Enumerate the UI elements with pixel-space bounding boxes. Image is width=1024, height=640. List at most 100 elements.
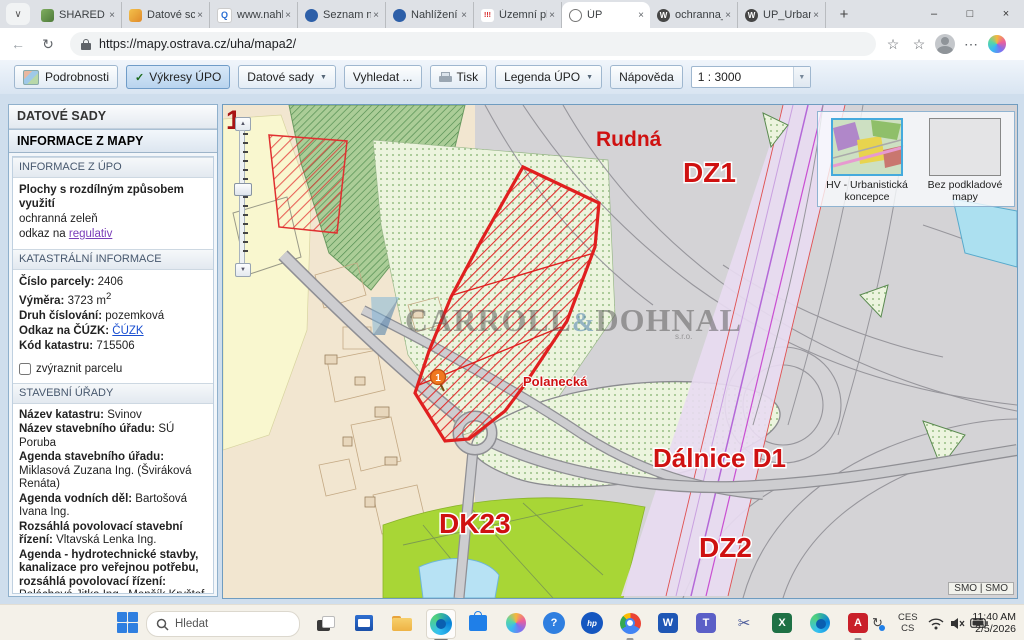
layer-hv-urbanisticka[interactable]: HV - Urbanistická koncepce <box>822 118 912 206</box>
edge-profile-icon[interactable] <box>806 609 834 637</box>
search-favicon-icon: Q <box>217 8 232 23</box>
stavebni-urady-body: Název katastru: Svinov Název stavebního … <box>13 404 213 594</box>
edge-icon[interactable] <box>426 609 456 639</box>
scale-value: 1 : 3000 <box>692 70 793 84</box>
minimize-button[interactable]: – <box>916 0 952 28</box>
window-controls: – □ × <box>916 0 1024 28</box>
volume-muted-icon[interactable] <box>950 609 965 637</box>
zoom-slider-handle[interactable] <box>234 183 252 196</box>
tab-seznam-nemovitosti[interactable]: Seznam nemo × <box>298 2 386 28</box>
tab-shared-list[interactable]: SHARED LIST × <box>34 2 122 28</box>
chevron-down-icon: ▼ <box>586 74 593 81</box>
checkbox-label: zvýraznit parcelu <box>36 362 122 376</box>
datove-sady-button[interactable]: Datové sady ▼ <box>238 65 336 89</box>
tab-uzemni-plan[interactable]: !!! Územní plán O × <box>474 2 562 28</box>
label-dz1: DZ1 <box>683 157 736 188</box>
copilot-icon[interactable] <box>988 35 1006 53</box>
browser-tab-strip: ∨ SHARED LIST × Datové schrán × Q www.na… <box>0 0 1024 28</box>
hp-icon[interactable]: hp <box>578 609 606 637</box>
check-icon: ✓ <box>135 71 144 84</box>
search-icon <box>156 618 169 631</box>
layer-thumbnail-blank[interactable] <box>929 118 1001 176</box>
close-tab-icon[interactable]: × <box>283 10 293 21</box>
outlook-icon[interactable] <box>350 609 378 637</box>
collections-icon[interactable]: ☆ <box>906 36 932 53</box>
help-icon[interactable]: ? <box>540 609 568 637</box>
close-tab-icon[interactable]: × <box>723 10 733 21</box>
task-view-icon[interactable] <box>312 609 340 637</box>
label-dalnice-d1: Dálnice D1 <box>653 443 786 473</box>
lock-icon <box>80 38 92 50</box>
mail-favicon-icon <box>129 9 142 22</box>
start-button[interactable] <box>114 609 142 637</box>
tray-sync-icon[interactable]: ↻ <box>872 609 883 637</box>
layer-thumbnail-hv[interactable] <box>831 118 903 176</box>
zoom-slider-ticks <box>243 133 248 259</box>
close-tab-icon[interactable]: × <box>459 10 469 21</box>
printer-icon <box>439 72 452 83</box>
katastr-section-header: KATASTRÁLNÍ INFORMACE <box>13 249 213 270</box>
restore-button[interactable]: □ <box>952 0 988 28</box>
wordpress-favicon-icon: W <box>657 9 670 22</box>
teams-icon[interactable]: T <box>692 609 720 637</box>
bangs-favicon-icon: !!! <box>481 9 494 22</box>
tab-nahlizeni-kn[interactable]: Nahlížení do k × <box>386 2 474 28</box>
tab-ochranna-zelen[interactable]: W ochranna_zele × <box>650 2 738 28</box>
chrome-icon[interactable] <box>616 609 644 637</box>
profile-avatar[interactable] <box>935 34 955 54</box>
map-canvas[interactable]: CARROLL&DOHNAL s.r.o. 1 Rudná DZ1 Polane… <box>222 104 1018 599</box>
favorite-star-icon[interactable]: ☆ <box>880 36 906 53</box>
wifi-icon[interactable] <box>928 609 944 637</box>
legenda-upo-button[interactable]: Legenda ÚPO ▼ <box>495 65 602 89</box>
label-polanecka: Polanecká <box>523 374 588 389</box>
url-field[interactable]: https://mapy.ostrava.cz/uha/mapa2/ <box>70 32 876 56</box>
close-tab-icon[interactable]: × <box>195 10 205 21</box>
map-app-toolbar: Podrobnosti ✓ Výkresy ÚPO Datové sady ▼ … <box>0 60 1024 95</box>
tab-datove-schranky[interactable]: Datové schrán × <box>122 2 210 28</box>
tab-nahlizeni[interactable]: Q www.nahlizen × <box>210 2 298 28</box>
microsoft-store-icon[interactable] <box>464 609 492 637</box>
close-tab-icon[interactable]: × <box>547 10 557 21</box>
zoom-out-button[interactable]: ▼ <box>235 263 251 277</box>
close-tab-icon[interactable]: × <box>371 10 381 21</box>
label-rudna: Rudná <box>596 128 662 151</box>
close-tab-icon[interactable]: × <box>636 10 646 21</box>
word-icon[interactable]: W <box>654 609 682 637</box>
back-icon[interactable]: ← <box>6 36 30 52</box>
label-dk23: DK23 <box>439 508 511 539</box>
copilot-icon[interactable] <box>502 609 530 637</box>
clock[interactable]: 11:40 AM2/5/2026 <box>972 609 1016 637</box>
podrobnosti-button[interactable]: Podrobnosti <box>14 65 118 89</box>
scale-combobox[interactable]: 1 : 3000 ▼ <box>691 66 811 88</box>
tab-up-active[interactable]: ÚP × <box>562 2 650 28</box>
napoveda-button[interactable]: Nápověda <box>610 65 683 89</box>
snipping-tool-icon[interactable]: ✂ <box>730 609 758 637</box>
vykresy-upo-button[interactable]: ✓ Výkresy ÚPO <box>126 65 230 89</box>
close-window-button[interactable]: × <box>988 0 1024 28</box>
excel-icon[interactable]: X <box>768 609 796 637</box>
layer-bez-podkladu[interactable]: Bez podkladové mapy <box>920 118 1010 206</box>
chevron-down-icon[interactable]: ▼ <box>793 67 810 87</box>
close-tab-icon[interactable]: × <box>107 10 117 21</box>
tisk-button[interactable]: Tisk <box>430 65 488 89</box>
zoom-slider[interactable]: ▲ ▼ <box>234 117 250 275</box>
carroll-dohnal-watermark: CARROLL&DOHNAL s.r.o. <box>371 297 742 341</box>
vyhledat-button[interactable]: Vyhledat ... <box>344 65 422 89</box>
url-text: https://mapy.ostrava.cz/uha/mapa2/ <box>99 37 296 51</box>
tab-up-urbanism[interactable]: W UP_Urbanism × <box>738 2 826 28</box>
settings-dots-icon[interactable]: ⋯ <box>958 36 984 53</box>
close-tab-icon[interactable]: × <box>811 10 821 21</box>
zoom-in-button[interactable]: ▲ <box>235 117 251 131</box>
acrobat-icon[interactable]: A <box>844 609 872 637</box>
file-explorer-icon[interactable] <box>388 609 416 637</box>
regulativ-link[interactable]: regulativ <box>69 228 112 240</box>
new-tab-button[interactable]: + <box>832 2 856 26</box>
language-indicator[interactable]: CESCS <box>898 609 918 637</box>
zvyraznit-parcelu-checkbox[interactable] <box>19 363 31 375</box>
refresh-icon[interactable]: ↻ <box>36 36 60 53</box>
browser-address-bar: ← ↻ https://mapy.ostrava.cz/uha/mapa2/ ☆… <box>0 28 1024 61</box>
taskbar-search[interactable]: Hledat <box>146 611 300 637</box>
cuzk-link[interactable]: ČÚZK <box>112 325 143 337</box>
tab-search-chevron-icon[interactable]: ∨ <box>6 3 30 25</box>
svg-text:1: 1 <box>435 373 441 384</box>
